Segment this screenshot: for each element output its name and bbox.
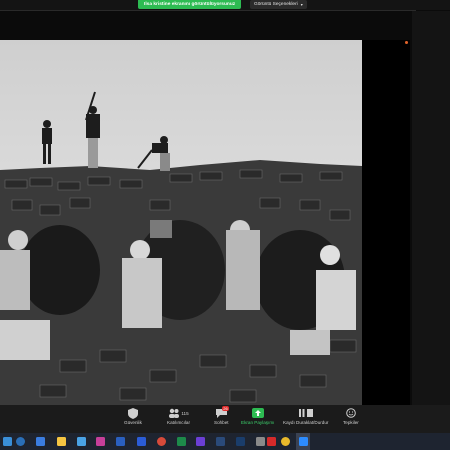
chrome-icon[interactable] xyxy=(157,437,166,446)
share-status-bar: Ilsa kristine ekranını görüntülüyorsunuz… xyxy=(0,0,450,10)
security-button[interactable]: Güvenlik xyxy=(124,407,142,425)
photoshop-icon[interactable] xyxy=(236,437,245,446)
chat-badge: 26 xyxy=(221,406,230,411)
share-screen-button[interactable]: Ekran Paylaşımı xyxy=(241,407,274,425)
smiley-icon xyxy=(346,407,356,419)
photo-icon xyxy=(0,40,362,405)
windows-taskbar xyxy=(0,433,450,450)
right-black-panel xyxy=(362,40,410,405)
participants-button[interactable]: 115 Katılımcılar xyxy=(167,407,190,425)
chrome-icon[interactable] xyxy=(281,437,290,446)
security-label: Güvenlik xyxy=(124,420,142,425)
chat-button[interactable]: 26 Sohbet xyxy=(214,406,230,425)
photos-icon[interactable] xyxy=(116,437,125,446)
chat-icon: 26 xyxy=(215,406,230,419)
status-dot-icon xyxy=(405,41,408,44)
right-side-panel xyxy=(412,11,450,405)
calendar-icon[interactable] xyxy=(36,437,45,446)
view-options-label: Görüntü Seçenekleri xyxy=(254,2,298,7)
participants-icon-group: 115 xyxy=(168,407,189,419)
divider xyxy=(0,10,416,11)
store-icon[interactable] xyxy=(96,437,105,446)
mail-icon[interactable] xyxy=(77,437,86,446)
zoom-screen-share-window: Ilsa kristine ekranını görüntülüyorsunuz… xyxy=(0,0,450,450)
participants-count: 115 xyxy=(181,410,189,416)
reactions-label: Tepkiler xyxy=(343,420,359,425)
shield-icon xyxy=(127,407,138,419)
lightroom-icon[interactable] xyxy=(216,437,225,446)
video-icon[interactable] xyxy=(196,437,205,446)
screen-share-status-pill[interactable]: Ilsa kristine ekranını görüntülüyorsunuz xyxy=(138,0,242,9)
word-icon[interactable] xyxy=(137,437,146,446)
chevron-down-icon: ▾ xyxy=(300,2,303,7)
shared-screen-photo xyxy=(0,40,362,405)
chat-label: Sohbet xyxy=(214,420,229,425)
folder-icon[interactable] xyxy=(57,437,66,446)
people-icon xyxy=(169,408,180,418)
pause-stop-icon xyxy=(298,407,313,419)
windows-icon[interactable] xyxy=(3,437,12,446)
record-control-button[interactable]: Kaydı Duraklat/Durdur xyxy=(283,407,328,425)
share-screen-icon xyxy=(251,407,264,419)
reactions-button[interactable]: Tepkiler xyxy=(343,407,359,425)
view-options-button[interactable]: Görüntü Seçenekleri ▾ xyxy=(250,0,307,9)
share-label: Ekran Paylaşımı xyxy=(241,420,275,425)
participants-label: Katılımcılar xyxy=(167,420,190,425)
acrobat-icon[interactable] xyxy=(267,437,276,446)
excel-icon[interactable] xyxy=(177,437,186,446)
meeting-controls: Güvenlik 115 Katılımcılar 26 Sohbet Ekra… xyxy=(0,405,450,433)
zoom-icon[interactable] xyxy=(299,437,308,446)
record-label: Kaydı Duraklat/Durdur xyxy=(283,420,329,425)
search-icon[interactable] xyxy=(16,437,25,446)
settings-icon[interactable] xyxy=(256,437,265,446)
